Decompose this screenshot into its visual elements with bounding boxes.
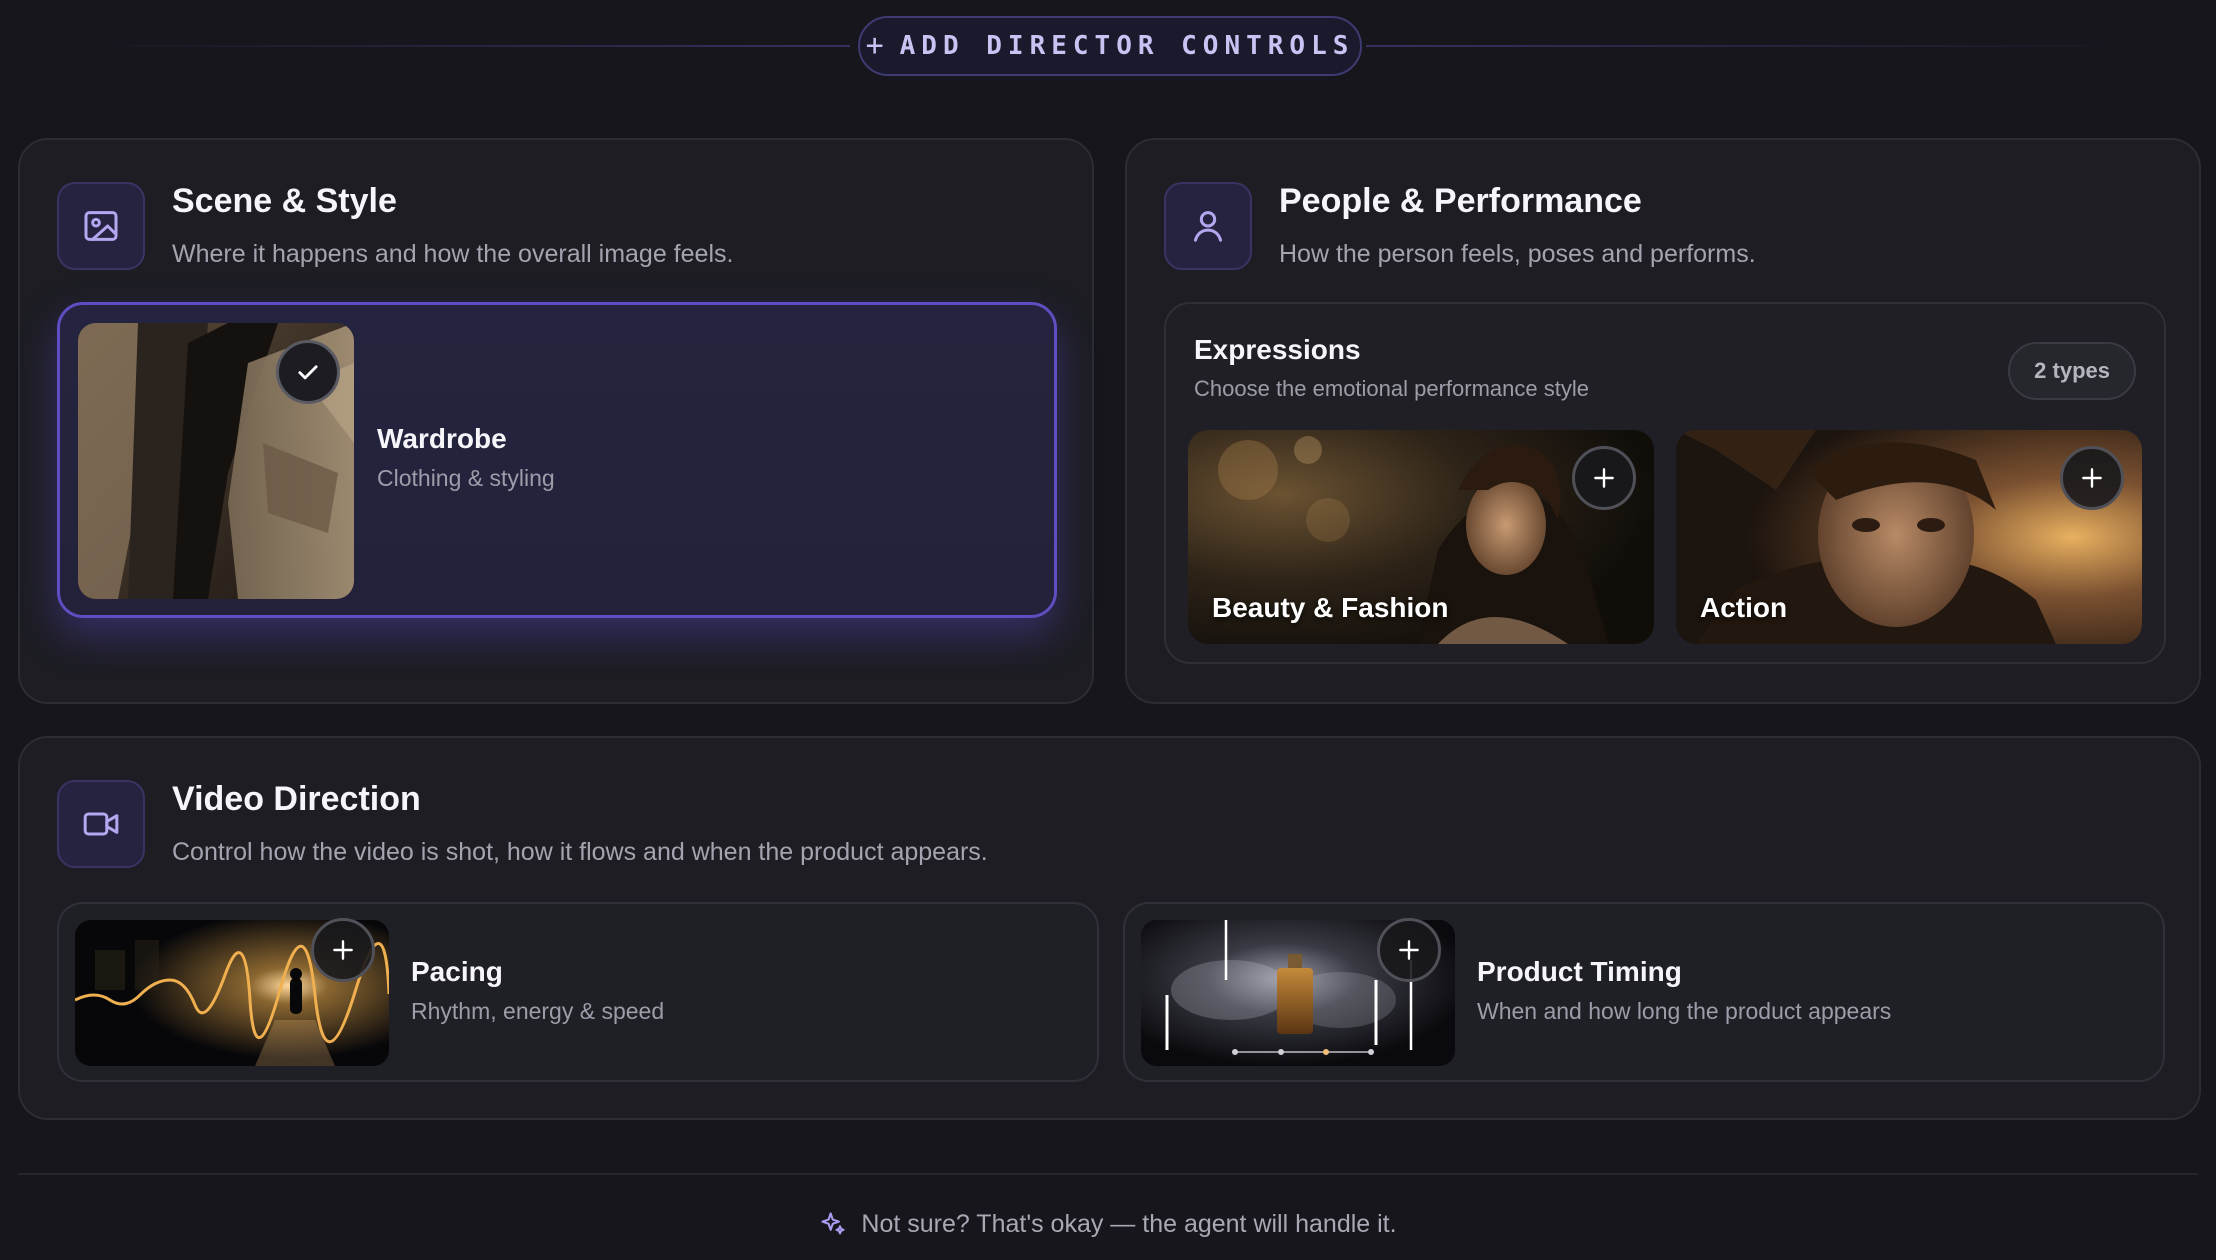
header-divider-left <box>50 45 850 47</box>
video-camera-icon <box>57 780 145 868</box>
product-timing-card[interactable]: Product Timing When and how long the pro… <box>1123 902 2165 1082</box>
wardrobe-card[interactable]: Wardrobe Clothing & styling <box>57 302 1057 618</box>
image-icon <box>57 182 145 270</box>
scene-style-panel: Scene & Style Where it happens and how t… <box>18 138 1094 704</box>
add-director-controls-label: ADD DIRECTOR CONTROLS <box>899 31 1355 61</box>
expression-option-beauty-fashion[interactable]: Beauty & Fashion <box>1188 430 1654 644</box>
panel-subtitle: Control how the video is shot, how it fl… <box>172 838 988 866</box>
wardrobe-title: Wardrobe <box>377 423 507 454</box>
people-performance-panel: People & Performance How the person feel… <box>1125 138 2201 704</box>
pacing-subtitle: Rhythm, energy & speed <box>411 998 665 1024</box>
add-director-controls-button[interactable]: + ADD DIRECTOR CONTROLS <box>858 16 1362 76</box>
director-controls-page: + ADD DIRECTOR CONTROLS Scene & Style Wh… <box>0 0 2216 1260</box>
product-timing-subtitle: When and how long the product appears <box>1477 998 1892 1024</box>
product-timing-title: Product Timing <box>1477 956 1682 987</box>
expressions-subtitle: Choose the emotional performance style <box>1194 376 1589 401</box>
add-plus-icon[interactable] <box>1377 918 1441 982</box>
expressions-section: Expressions Choose the emotional perform… <box>1164 302 2166 664</box>
expression-label: Beauty & Fashion <box>1212 592 1449 623</box>
pacing-title: Pacing <box>411 956 503 987</box>
panel-title: Scene & Style <box>172 182 397 220</box>
expression-option-action[interactable]: Action <box>1676 430 2142 644</box>
expression-label: Action <box>1700 592 1788 623</box>
pacing-card[interactable]: Pacing Rhythm, energy & speed <box>57 902 1099 1082</box>
sparkle-icon <box>819 1210 847 1238</box>
footer-hint: Not sure? That's okay — the agent will h… <box>0 1202 2216 1246</box>
add-plus-icon[interactable] <box>311 918 375 982</box>
plus-icon: + <box>865 28 884 63</box>
panel-subtitle: How the person feels, poses and performs… <box>1279 240 1756 268</box>
footer-divider <box>18 1173 2198 1175</box>
footer-text: Not sure? That's okay — the agent will h… <box>861 1209 1397 1238</box>
types-count-badge: 2 types <box>2008 342 2136 400</box>
header-divider-right <box>1366 45 2166 47</box>
expressions-title: Expressions <box>1194 334 1361 365</box>
panel-subtitle: Where it happens and how the overall ima… <box>172 240 734 268</box>
selected-check-icon <box>276 340 340 404</box>
panel-title: People & Performance <box>1279 182 1642 220</box>
video-direction-panel: Video Direction Control how the video is… <box>18 736 2201 1120</box>
add-plus-icon[interactable] <box>1572 446 1636 510</box>
add-plus-icon[interactable] <box>2060 446 2124 510</box>
panel-title: Video Direction <box>172 780 421 818</box>
person-icon <box>1164 182 1252 270</box>
wardrobe-subtitle: Clothing & styling <box>377 465 555 491</box>
